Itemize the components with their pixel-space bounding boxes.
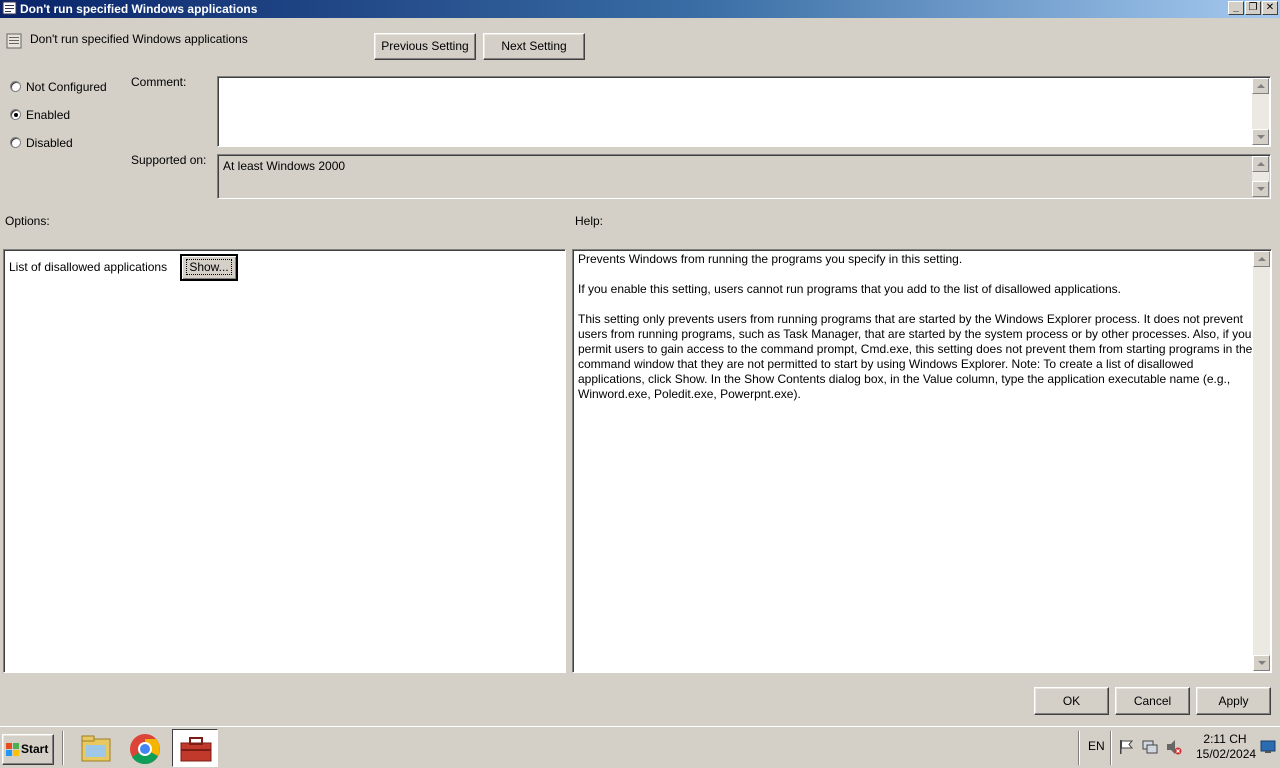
start-button[interactable]: Start <box>2 734 54 765</box>
window-title: Don't run specified Windows applications <box>20 2 258 16</box>
cancel-label: Cancel <box>1133 694 1172 708</box>
restore-button[interactable]: ❐ <box>1245 1 1261 15</box>
options-label: Options: <box>5 214 50 228</box>
clock[interactable]: 2:11 CH 15/02/2024 <box>1196 732 1257 762</box>
clock-time: 2:11 CH <box>1203 732 1247 746</box>
toolbox-icon <box>180 737 212 762</box>
radio-disabled[interactable] <box>10 137 21 148</box>
radio-disabled-label[interactable]: Disabled <box>26 136 73 150</box>
help-paragraph: If you enable this setting, users cannot… <box>578 282 1121 296</box>
comment-label: Comment: <box>131 75 187 89</box>
start-label: Start <box>21 742 49 756</box>
apply-button[interactable]: Apply <box>1196 687 1271 715</box>
policy-name: Don't run specified Windows applications <box>30 32 248 46</box>
show-button-label: Show... <box>186 259 232 275</box>
language-indicator[interactable]: EN <box>1088 739 1105 753</box>
policy-icon <box>2 1 17 15</box>
action-center-flag-icon[interactable] <box>1118 739 1134 755</box>
previous-setting-label: Previous Setting <box>381 39 469 53</box>
cancel-button[interactable]: Cancel <box>1115 687 1190 715</box>
network-icon[interactable] <box>1142 739 1158 755</box>
help-text: Prevents Windows from running the progra… <box>578 252 1254 417</box>
disallowed-list-label: List of disallowed applications <box>9 260 168 274</box>
help-scrollbar[interactable] <box>1253 251 1270 671</box>
supported-on-value: At least Windows 2000 <box>223 159 346 173</box>
supported-on-field: At least Windows 2000 <box>217 154 1271 199</box>
radio-not-configured[interactable] <box>10 81 21 92</box>
next-setting-button[interactable]: Next Setting <box>483 33 585 60</box>
title-bar[interactable]: Don't run specified Windows applications… <box>0 0 1280 18</box>
radio-enabled[interactable] <box>10 109 21 120</box>
scroll-up-arrow-icon[interactable] <box>1253 251 1270 267</box>
help-paragraph: Prevents Windows from running the progra… <box>578 252 963 266</box>
policy-setting-icon <box>6 33 22 49</box>
windows-logo-icon <box>6 743 19 756</box>
previous-setting-button[interactable]: Previous Setting <box>374 33 476 60</box>
comment-field[interactable] <box>217 76 1271 147</box>
scroll-up-arrow-icon[interactable] <box>1252 78 1269 94</box>
comment-scrollbar[interactable] <box>1252 78 1269 145</box>
taskbar: Start EN 2:11 CH 15/02/2024 <box>0 726 1280 768</box>
scroll-down-arrow-icon[interactable] <box>1252 129 1269 145</box>
radio-not-configured-label[interactable]: Not Configured <box>26 80 107 94</box>
help-label: Help: <box>575 214 604 228</box>
apply-label: Apply <box>1218 694 1249 708</box>
ok-label: OK <box>1062 694 1081 708</box>
show-desktop-icon[interactable] <box>1260 740 1276 754</box>
scroll-down-arrow-icon[interactable] <box>1252 181 1269 197</box>
supported-scrollbar[interactable] <box>1252 156 1269 197</box>
toolbox-app-button[interactable] <box>172 729 218 767</box>
show-button[interactable]: Show... <box>180 254 238 281</box>
volume-muted-icon[interactable] <box>1166 739 1182 755</box>
file-explorer-icon[interactable] <box>74 731 118 767</box>
help-panel: Prevents Windows from running the progra… <box>572 249 1272 673</box>
next-setting-label: Next Setting <box>501 39 567 53</box>
ok-button[interactable]: OK <box>1034 687 1109 715</box>
scroll-down-arrow-icon[interactable] <box>1253 655 1270 671</box>
clock-date: 15/02/2024 <box>1196 747 1257 761</box>
options-panel: List of disallowed applications Show... <box>3 249 566 673</box>
chrome-icon[interactable] <box>123 731 167 767</box>
minimize-button[interactable]: _ <box>1228 1 1244 15</box>
radio-enabled-label[interactable]: Enabled <box>26 108 70 122</box>
scroll-up-arrow-icon[interactable] <box>1252 156 1269 172</box>
supported-on-label: Supported on: <box>131 153 207 167</box>
help-paragraph: This setting only prevents users from ru… <box>578 312 1253 401</box>
close-button[interactable]: ✕ <box>1262 1 1278 15</box>
